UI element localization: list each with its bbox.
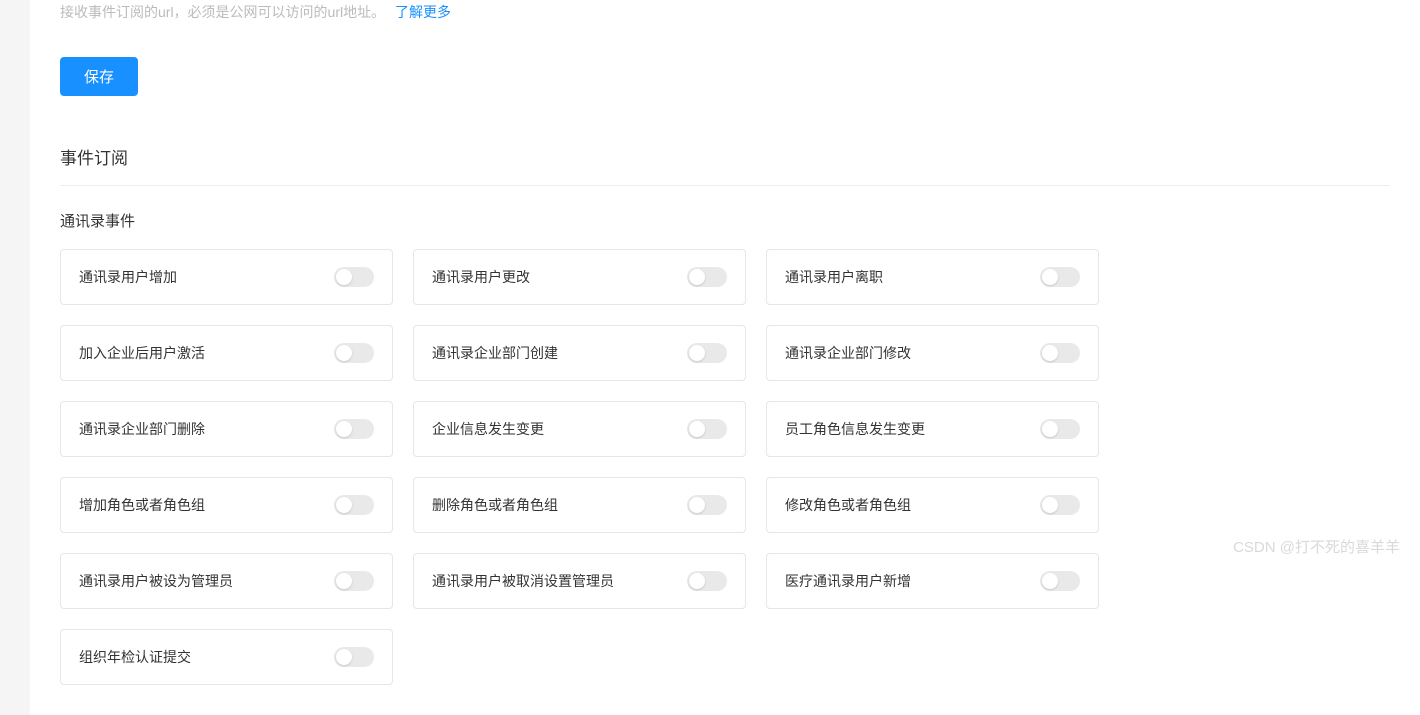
event-label: 修改角色或者角色组	[785, 495, 911, 515]
toggle-knob	[1042, 269, 1058, 285]
toggle-knob	[689, 497, 705, 513]
event-toggle[interactable]	[334, 495, 374, 515]
toggle-knob	[1042, 573, 1058, 589]
event-card: 通讯录用户被设为管理员	[60, 553, 393, 609]
event-label: 通讯录用户被取消设置管理员	[432, 571, 614, 591]
event-card: 通讯录用户离职	[766, 249, 1099, 305]
event-card: 加入企业后用户激活	[60, 325, 393, 381]
event-label: 删除角色或者角色组	[432, 495, 558, 515]
event-grid: 通讯录用户增加 通讯录用户更改 通讯录用户离职 加入企业后用户激活 通讯录企业部…	[60, 249, 1390, 685]
event-label: 通讯录用户更改	[432, 267, 530, 287]
event-card: 企业信息发生变更	[413, 401, 746, 457]
event-card: 通讯录企业部门删除	[60, 401, 393, 457]
save-button[interactable]: 保存	[60, 57, 138, 96]
event-toggle[interactable]	[334, 419, 374, 439]
event-card: 通讯录用户增加	[60, 249, 393, 305]
event-label: 通讯录用户被设为管理员	[79, 571, 233, 591]
event-label: 通讯录用户离职	[785, 267, 883, 287]
event-toggle[interactable]	[1040, 267, 1080, 287]
event-toggle[interactable]	[1040, 571, 1080, 591]
event-card: 员工角色信息发生变更	[766, 401, 1099, 457]
event-toggle[interactable]	[687, 571, 727, 591]
event-card: 通讯录企业部门修改	[766, 325, 1099, 381]
toggle-knob	[1042, 345, 1058, 361]
event-label: 组织年检认证提交	[79, 647, 191, 667]
toggle-knob	[336, 573, 352, 589]
event-card: 删除角色或者角色组	[413, 477, 746, 533]
event-card: 通讯录用户被取消设置管理员	[413, 553, 746, 609]
event-label: 员工角色信息发生变更	[785, 419, 925, 439]
section-divider	[60, 185, 1390, 186]
events-sub-title: 通讯录事件	[60, 210, 1390, 231]
toggle-knob	[336, 421, 352, 437]
hint-text: 接收事件订阅的url，必须是公网可以访问的url地址。	[60, 4, 385, 20]
event-label: 增加角色或者角色组	[79, 495, 205, 515]
event-toggle[interactable]	[1040, 495, 1080, 515]
toggle-knob	[336, 345, 352, 361]
event-card: 增加角色或者角色组	[60, 477, 393, 533]
event-label: 通讯录企业部门删除	[79, 419, 205, 439]
toggle-knob	[1042, 421, 1058, 437]
event-toggle[interactable]	[687, 267, 727, 287]
toggle-knob	[689, 421, 705, 437]
event-toggle[interactable]	[1040, 419, 1080, 439]
event-toggle[interactable]	[687, 343, 727, 363]
event-card: 组织年检认证提交	[60, 629, 393, 685]
event-toggle[interactable]	[687, 495, 727, 515]
event-card: 修改角色或者角色组	[766, 477, 1099, 533]
toggle-knob	[689, 269, 705, 285]
event-label: 企业信息发生变更	[432, 419, 544, 439]
event-label: 加入企业后用户激活	[79, 343, 205, 363]
event-toggle[interactable]	[334, 267, 374, 287]
toggle-knob	[336, 497, 352, 513]
event-card: 医疗通讯录用户新增	[766, 553, 1099, 609]
toggle-knob	[336, 649, 352, 665]
toggle-knob	[689, 573, 705, 589]
event-toggle[interactable]	[334, 571, 374, 591]
event-toggle[interactable]	[687, 419, 727, 439]
main-panel: 接收事件订阅的url，必须是公网可以访问的url地址。 了解更多 保存 事件订阅…	[30, 0, 1420, 715]
event-label: 医疗通讯录用户新增	[785, 571, 911, 591]
event-label: 通讯录用户增加	[79, 267, 177, 287]
event-toggle[interactable]	[1040, 343, 1080, 363]
section-title: 事件订阅	[60, 144, 1390, 185]
toggle-knob	[1042, 497, 1058, 513]
learn-more-link[interactable]: 了解更多	[395, 4, 451, 20]
event-toggle[interactable]	[334, 647, 374, 667]
toggle-knob	[336, 269, 352, 285]
event-card: 通讯录企业部门创建	[413, 325, 746, 381]
event-label: 通讯录企业部门创建	[432, 343, 558, 363]
event-card: 通讯录用户更改	[413, 249, 746, 305]
toggle-knob	[689, 345, 705, 361]
hint-row: 接收事件订阅的url，必须是公网可以访问的url地址。 了解更多	[60, 0, 1390, 23]
event-label: 通讯录企业部门修改	[785, 343, 911, 363]
event-toggle[interactable]	[334, 343, 374, 363]
